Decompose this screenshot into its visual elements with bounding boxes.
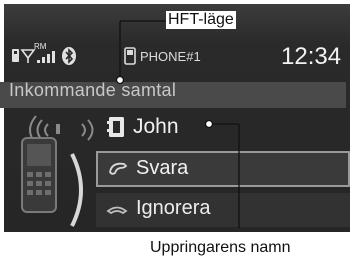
callout-hft-mode: HFT-läge (166, 11, 236, 29)
callout-caller-name: Uppringarens namn (148, 239, 293, 257)
callout-lines (115, 20, 240, 228)
